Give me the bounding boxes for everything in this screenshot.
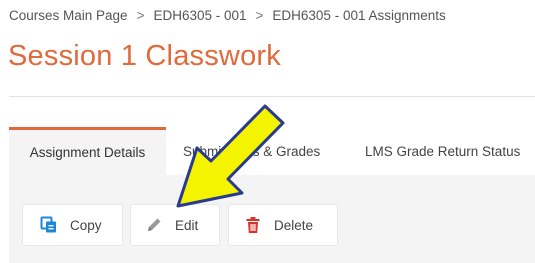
tab-assignment-details[interactable]: Assignment Details	[9, 127, 166, 175]
breadcrumb: Courses Main Page > EDH6305 - 001 > EDH6…	[9, 6, 446, 24]
tab-submissions-grades[interactable]: Submissions & Grades	[183, 127, 320, 175]
tab-bar: Assignment Details Submissions & Grades …	[9, 127, 535, 175]
copy-icon	[40, 216, 58, 234]
edit-button-label: Edit	[175, 217, 199, 233]
breadcrumb-courses-main-page[interactable]: Courses Main Page	[9, 8, 128, 23]
copy-button-label: Copy	[70, 217, 102, 233]
trash-icon	[244, 216, 262, 234]
breadcrumb-separator: >	[255, 7, 264, 23]
title-divider	[9, 96, 535, 97]
tab-lms-grade-return-status[interactable]: LMS Grade Return Status	[365, 127, 520, 175]
breadcrumb-separator: >	[136, 7, 145, 23]
edit-button[interactable]: Edit	[130, 204, 220, 246]
delete-button[interactable]: Delete	[228, 204, 338, 246]
breadcrumb-course[interactable]: EDH6305 - 001	[153, 8, 246, 23]
copy-button[interactable]: Copy	[22, 204, 123, 246]
pencil-icon	[145, 216, 163, 234]
delete-button-label: Delete	[274, 217, 314, 233]
page-title: Session 1 Classwork	[8, 40, 281, 72]
breadcrumb-assignments[interactable]: EDH6305 - 001 Assignments	[272, 8, 445, 23]
